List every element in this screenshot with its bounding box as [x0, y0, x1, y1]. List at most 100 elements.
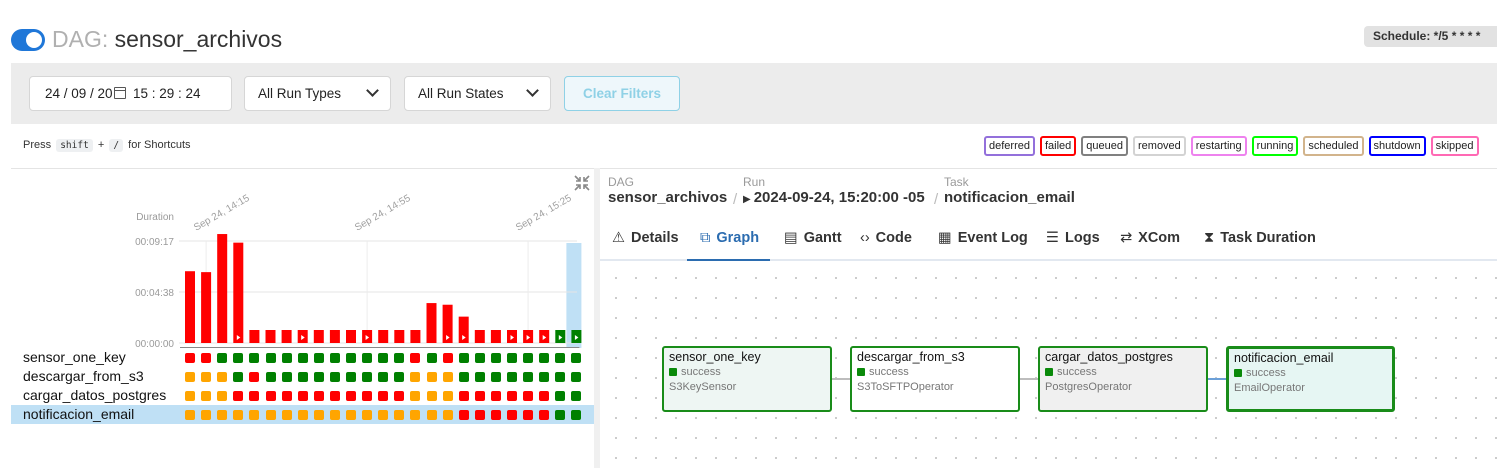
task-instance-cell[interactable]	[185, 372, 195, 382]
task-instance-cell[interactable]	[490, 372, 501, 382]
task-instance-cell[interactable]	[233, 353, 244, 363]
task-instance-cell[interactable]	[201, 353, 212, 363]
task-instance-cell[interactable]	[329, 391, 340, 401]
task-instance-cell[interactable]	[410, 353, 421, 363]
task-instance-cell[interactable]	[313, 391, 324, 401]
breadcrumb-dag[interactable]: DAG sensor_archivos	[608, 175, 727, 207]
legend-removed[interactable]: removed	[1133, 136, 1186, 156]
task-instance-cell[interactable]	[394, 391, 405, 401]
task-instance-cell[interactable]	[217, 391, 228, 401]
task-instance-cell[interactable]	[571, 410, 582, 420]
task-instance-cell[interactable]	[523, 353, 534, 363]
tab-task-duration[interactable]: ⧗ Task Duration	[1204, 221, 1316, 261]
task-instance-cell[interactable]	[426, 410, 437, 420]
task-instance-cell[interactable]	[571, 391, 582, 401]
legend-queued[interactable]: queued	[1081, 136, 1128, 156]
task-instance-cell[interactable]	[362, 391, 373, 401]
task-instance-cell[interactable]	[539, 372, 550, 382]
calendar-icon[interactable]	[114, 87, 126, 99]
task-row-notificacion_email[interactable]: notificacion_email	[11, 405, 594, 424]
task-row-sensor_one_key[interactable]: sensor_one_key	[11, 348, 594, 367]
task-name[interactable]: cargar_datos_postgres	[23, 386, 166, 405]
legend-skipped[interactable]: skipped	[1430, 136, 1479, 156]
graph-canvas[interactable]: sensor_one_key success S3KeySensor descarga…	[600, 262, 1497, 468]
legend-scheduled[interactable]: scheduled	[1303, 136, 1364, 156]
tab-xcom[interactable]: ⇄ XCom	[1120, 221, 1180, 261]
task-instance-cell[interactable]	[281, 410, 292, 420]
task-instance-cell[interactable]	[233, 391, 244, 401]
task-instance-cell[interactable]	[362, 372, 373, 382]
task-instance-cell[interactable]	[442, 410, 453, 420]
breadcrumb-run[interactable]: Run ▶ 2024-09-24, 15:20:00 -05	[743, 175, 925, 209]
task-instance-cell[interactable]	[201, 410, 212, 420]
legend-running[interactable]: running	[1251, 136, 1299, 156]
task-instance-cell[interactable]	[394, 353, 405, 363]
run-states-select[interactable]: All Run States	[404, 76, 551, 111]
legend-deferred[interactable]: deferred	[984, 136, 1035, 156]
task-instance-cell[interactable]	[523, 391, 534, 401]
task-instance-cell[interactable]	[217, 410, 228, 420]
task-instance-cell[interactable]	[426, 353, 437, 363]
task-instance-cell[interactable]	[281, 353, 292, 363]
task-name[interactable]: descargar_from_s3	[23, 367, 144, 386]
task-instance-cell[interactable]	[329, 372, 340, 382]
task-instance-cell[interactable]	[329, 410, 340, 420]
graph-node-descargar_from_s3[interactable]: descargar_from_s3 success S3ToSFTPOperator	[850, 346, 1020, 412]
task-instance-cell[interactable]	[249, 353, 260, 363]
task-instance-cell[interactable]	[458, 353, 469, 363]
task-instance-cell[interactable]	[490, 410, 501, 420]
tab-event-log[interactable]: ▦ Event Log	[938, 221, 1028, 261]
task-instance-cell[interactable]	[458, 410, 469, 420]
task-instance-cell[interactable]	[281, 391, 292, 401]
task-instance-cell[interactable]	[346, 391, 356, 401]
task-instance-cell[interactable]	[185, 353, 195, 363]
task-instance-cell[interactable]	[265, 372, 276, 382]
task-instance-cell[interactable]	[490, 391, 501, 401]
task-instance-cell[interactable]	[201, 372, 212, 382]
task-instance-cell[interactable]	[507, 353, 517, 363]
task-row-cargar_datos_postgres[interactable]: cargar_datos_postgres	[11, 386, 594, 405]
legend-restarting[interactable]: restarting	[1190, 136, 1247, 156]
task-instance-cell[interactable]	[458, 391, 469, 401]
task-instance-cell[interactable]	[410, 391, 421, 401]
task-instance-cell[interactable]	[571, 372, 582, 382]
tab-logs[interactable]: ☰ Logs	[1046, 221, 1100, 261]
task-instance-cell[interactable]	[442, 372, 453, 382]
task-instance-cell[interactable]	[297, 372, 308, 382]
task-instance-cell[interactable]	[474, 353, 485, 363]
task-instance-cell[interactable]	[378, 353, 389, 363]
task-instance-cell[interactable]	[555, 372, 566, 382]
task-instance-cell[interactable]	[378, 410, 389, 420]
task-instance-cell[interactable]	[523, 372, 534, 382]
graph-node-notificacion_email[interactable]: notificacion_email success EmailOperator	[1226, 346, 1395, 412]
legend-failed[interactable]: failed	[1039, 136, 1077, 156]
task-instance-cell[interactable]	[265, 391, 276, 401]
task-instance-cell[interactable]	[507, 410, 517, 420]
clear-filters-button[interactable]: Clear Filters	[564, 76, 680, 111]
task-instance-cell[interactable]	[426, 391, 437, 401]
task-instance-cell[interactable]	[378, 372, 389, 382]
task-instance-cell[interactable]	[507, 391, 517, 401]
task-instance-cell[interactable]	[249, 410, 260, 420]
task-instance-cell[interactable]	[555, 353, 566, 363]
task-instance-cell[interactable]	[555, 391, 566, 401]
tab-code[interactable]: ‹› Code	[860, 221, 912, 261]
task-instance-cell[interactable]	[346, 353, 356, 363]
task-instance-cell[interactable]	[297, 391, 308, 401]
task-instance-cell[interactable]	[394, 372, 405, 382]
task-instance-cell[interactable]	[217, 372, 228, 382]
task-instance-cell[interactable]	[185, 391, 195, 401]
task-instance-cell[interactable]	[249, 391, 260, 401]
breadcrumb-task[interactable]: Task notificacion_email	[944, 175, 1075, 207]
task-instance-cell[interactable]	[410, 372, 421, 382]
task-instance-cell[interactable]	[378, 391, 389, 401]
run-types-select[interactable]: All Run Types	[244, 76, 391, 111]
task-instance-cell[interactable]	[571, 353, 582, 363]
task-instance-cell[interactable]	[362, 353, 373, 363]
task-instance-cell[interactable]	[474, 391, 485, 401]
tab-graph[interactable]: ⧉ Graph	[687, 221, 770, 261]
task-instance-cell[interactable]	[297, 410, 308, 420]
task-instance-cell[interactable]	[442, 391, 453, 401]
task-name[interactable]: notificacion_email	[23, 405, 134, 424]
task-instance-cell[interactable]	[490, 353, 501, 363]
